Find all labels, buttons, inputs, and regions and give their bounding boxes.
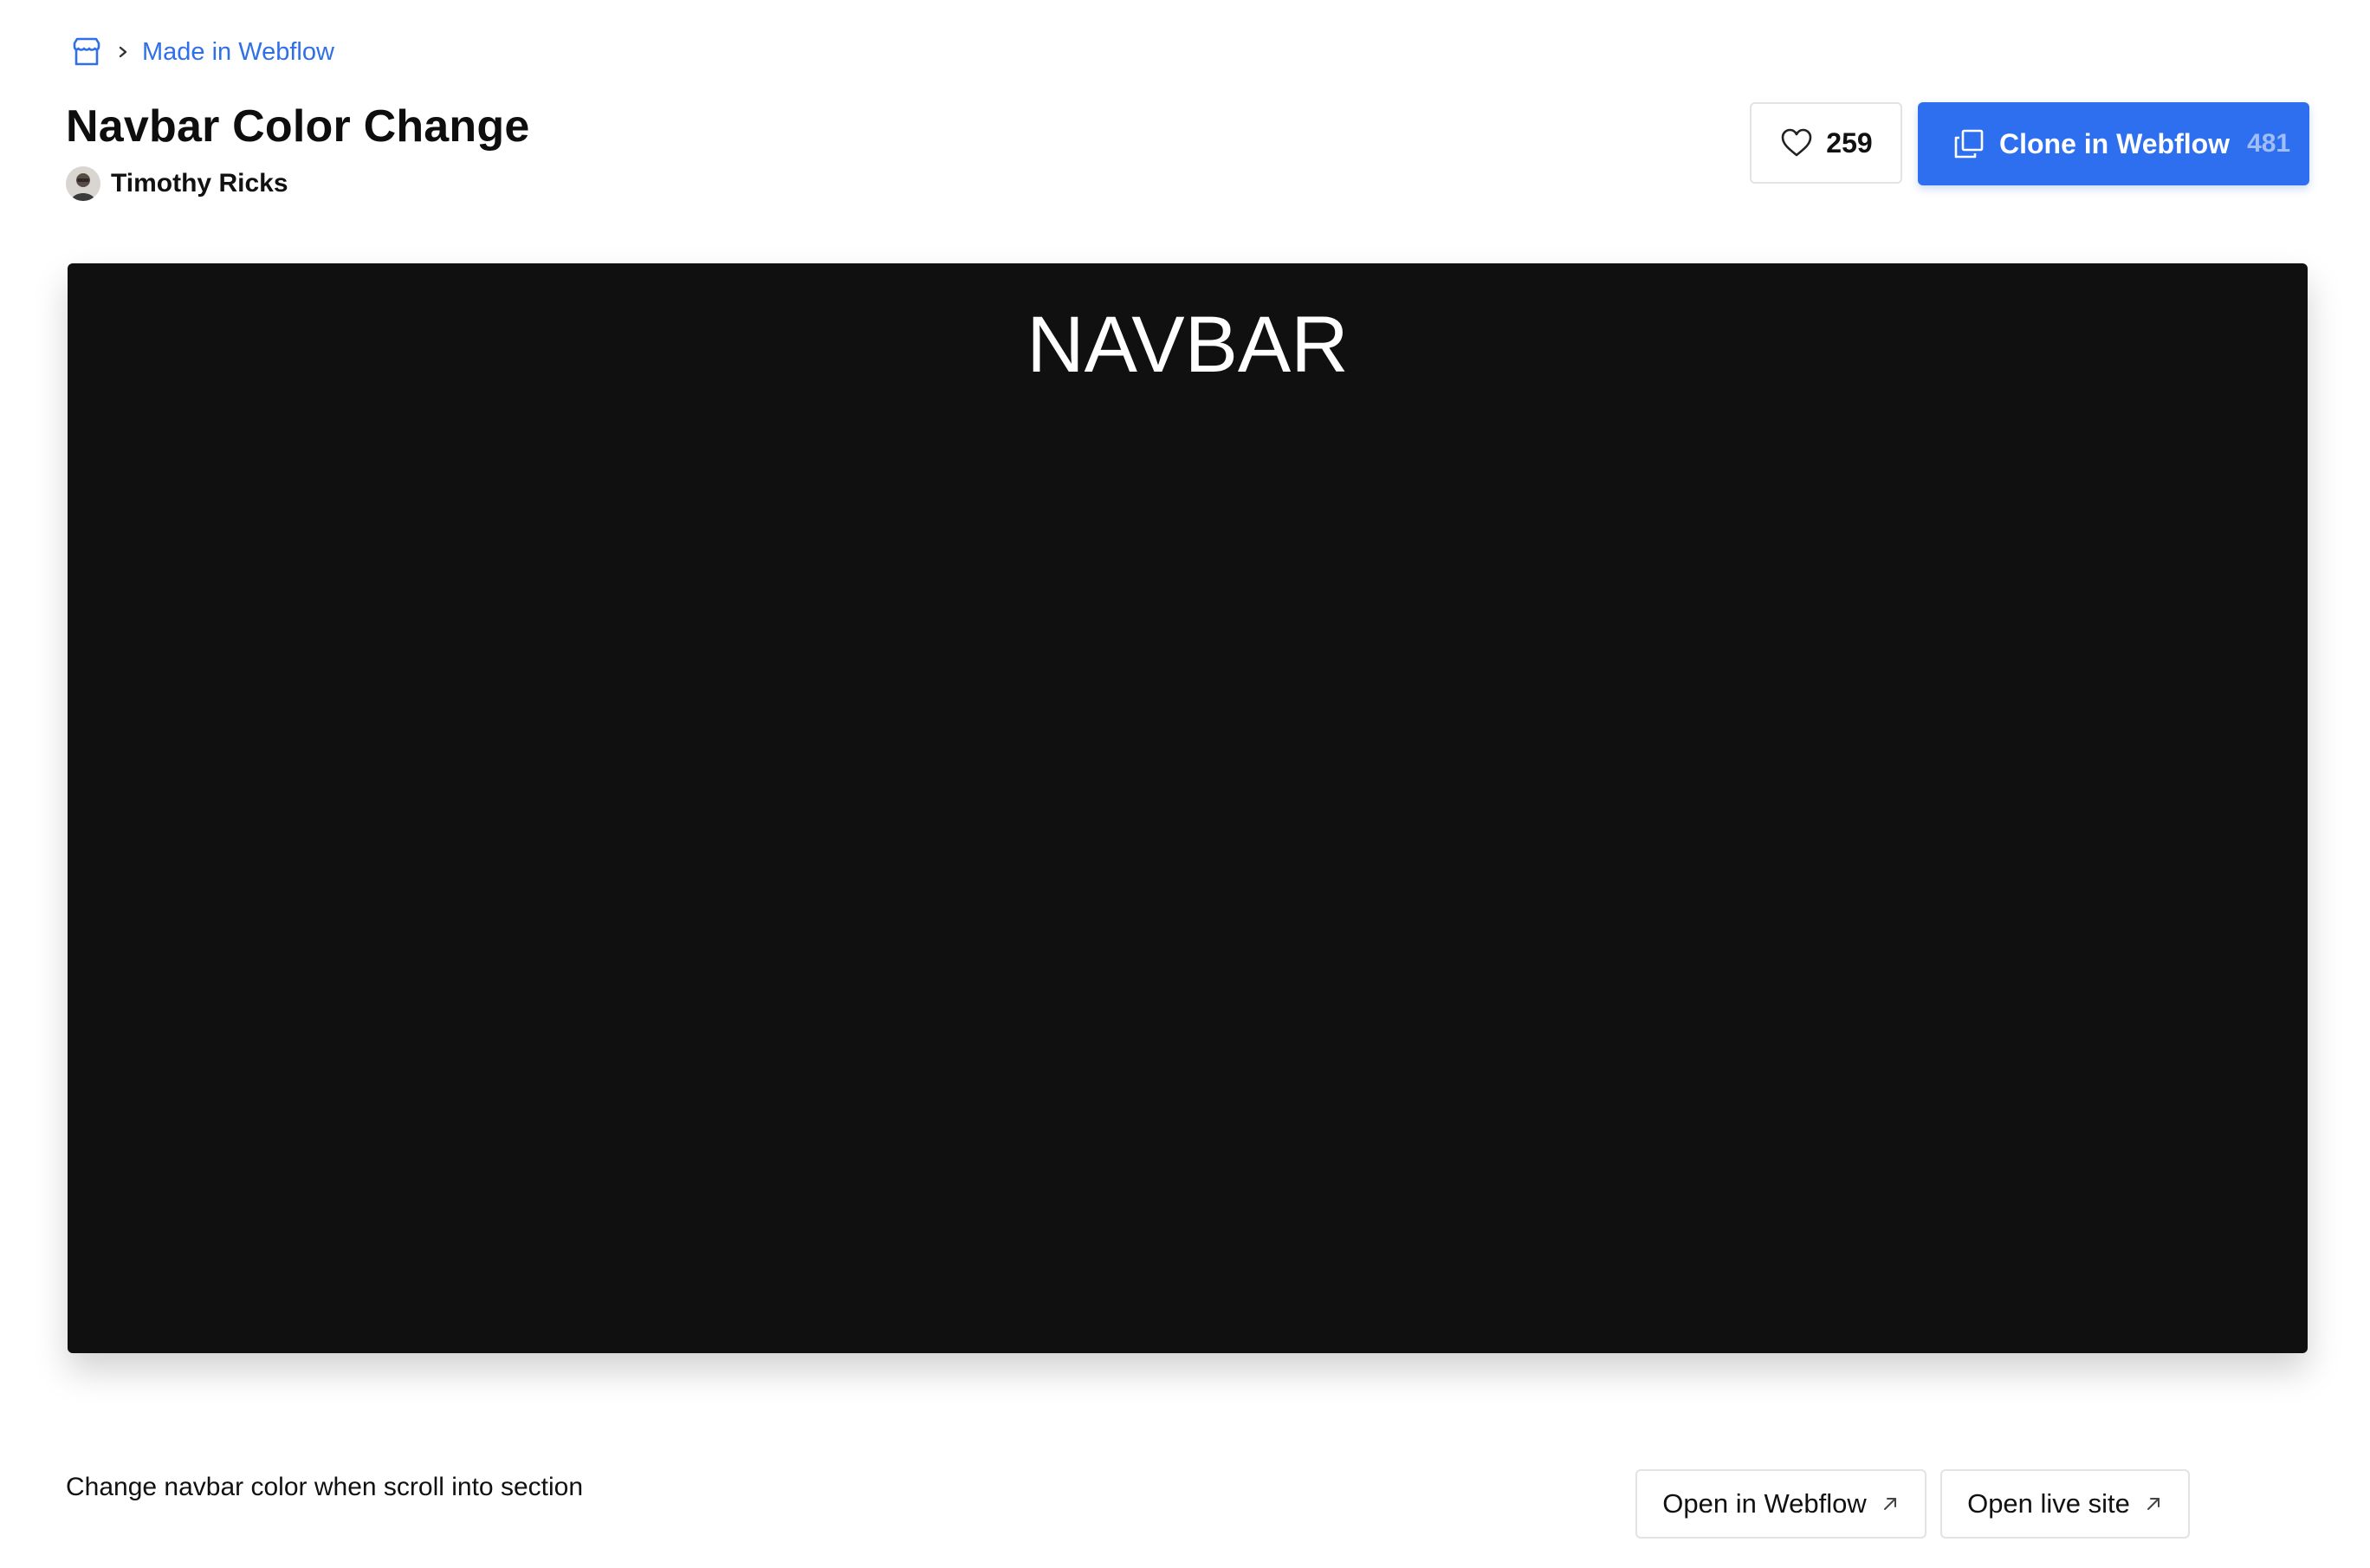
external-arrow-icon bbox=[2147, 1498, 2160, 1510]
breadcrumb: Made in Webflow bbox=[69, 31, 334, 73]
store-icon[interactable] bbox=[69, 35, 104, 69]
copy-icon bbox=[1954, 129, 1984, 159]
heart-icon bbox=[1781, 128, 1812, 157]
breadcrumb-link-made-in-webflow[interactable]: Made in Webflow bbox=[142, 38, 334, 67]
open-live-site-button[interactable]: Open live site bbox=[1940, 1469, 2190, 1539]
clone-count: 481 bbox=[2247, 129, 2291, 158]
author-link[interactable]: Timothy Ricks bbox=[66, 165, 288, 203]
chevron-right-icon bbox=[119, 46, 127, 58]
open-in-webflow-label: Open in Webflow bbox=[1662, 1488, 1867, 1519]
site-preview[interactable]: NAVBAR bbox=[68, 263, 2308, 1353]
preview-navbar-text: NAVBAR bbox=[1026, 301, 1349, 389]
open-live-site-label: Open live site bbox=[1967, 1488, 2130, 1519]
clone-in-webflow-button[interactable]: Clone in Webflow 481 bbox=[1918, 102, 2309, 185]
avatar bbox=[66, 166, 100, 201]
page-title: Navbar Color Change bbox=[66, 101, 530, 152]
project-description: Change navbar color when scroll into sec… bbox=[66, 1473, 583, 1501]
like-button[interactable]: 259 bbox=[1750, 102, 1902, 184]
open-in-webflow-button[interactable]: Open in Webflow bbox=[1635, 1469, 1926, 1539]
like-count: 259 bbox=[1826, 126, 1873, 159]
author-name: Timothy Ricks bbox=[111, 169, 288, 198]
clone-label: Clone in Webflow bbox=[1999, 127, 2231, 159]
external-arrow-icon bbox=[1883, 1498, 1896, 1510]
